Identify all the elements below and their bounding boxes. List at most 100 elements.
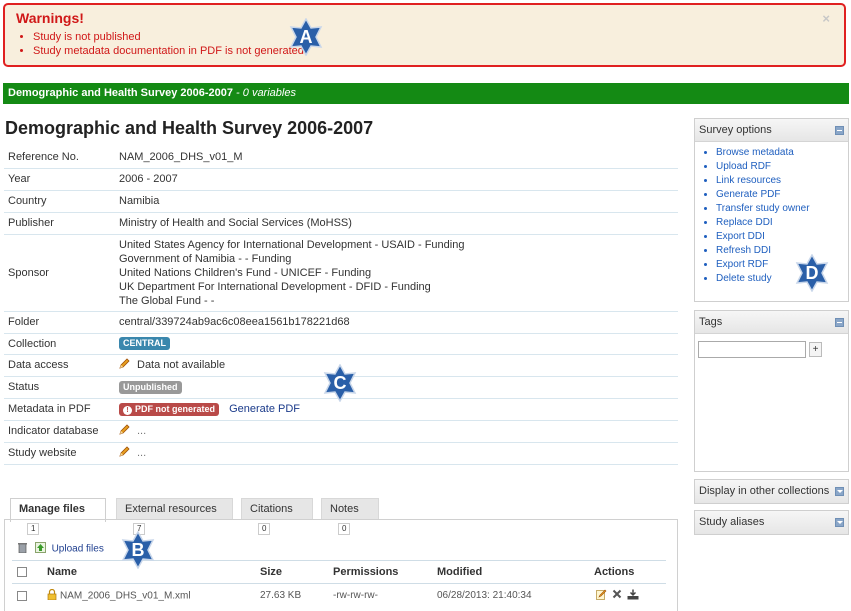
table-row: NAM_2006_DHS_v01_M.xml 27.63 KB -rw-rw-r… bbox=[12, 584, 666, 608]
trash-icon[interactable] bbox=[18, 542, 27, 556]
collection-badge: CENTRAL bbox=[119, 337, 170, 350]
panel-header[interactable]: Tags bbox=[695, 311, 848, 334]
expand-icon[interactable] bbox=[835, 487, 844, 496]
option-transfer-owner[interactable]: Transfer study owner bbox=[716, 203, 810, 214]
option-link-resources[interactable]: Link resources bbox=[716, 175, 781, 186]
table-row: Folder central/339724ab9ac6c08eea1561b17… bbox=[4, 311, 678, 334]
info-label: Publisher bbox=[4, 212, 116, 235]
tag-input[interactable] bbox=[698, 341, 806, 358]
row-checkbox[interactable] bbox=[17, 590, 27, 601]
collapse-icon[interactable] bbox=[835, 318, 844, 327]
pencil-icon[interactable] bbox=[119, 358, 131, 372]
panel-header[interactable]: Survey options bbox=[695, 119, 848, 142]
sponsor-item: United Nations Children's Fund - UNICEF … bbox=[119, 266, 372, 279]
file-lock-icon bbox=[47, 588, 57, 603]
file-name[interactable]: NAM_2006_DHS_v01_M.xml bbox=[60, 590, 191, 601]
data-access-value: Data not available bbox=[137, 358, 226, 371]
column-header: Permissions bbox=[333, 560, 437, 584]
study-aliases-panel: Study aliases bbox=[694, 510, 849, 535]
option-generate-pdf[interactable]: Generate PDF bbox=[716, 189, 780, 200]
option-delete-study[interactable]: Delete study bbox=[716, 273, 772, 284]
callout-label: B bbox=[131, 540, 145, 560]
upload-toolbar: Upload files bbox=[18, 542, 104, 556]
option-export-ddi[interactable]: Export DDI bbox=[716, 231, 765, 242]
collapse-icon[interactable] bbox=[835, 126, 844, 135]
tab-label: Citations bbox=[250, 503, 293, 515]
option-export-rdf[interactable]: Export RDF bbox=[716, 259, 768, 270]
info-value: Namibia bbox=[116, 190, 678, 213]
callout-label: A bbox=[299, 27, 313, 47]
info-label: Study website bbox=[4, 442, 116, 465]
warning-title: Warnings! bbox=[16, 10, 84, 26]
column-header: Modified bbox=[437, 560, 594, 584]
tab-notes[interactable]: Notes0 bbox=[321, 498, 379, 536]
info-label: Folder bbox=[4, 311, 116, 334]
tags-panel: Tags + bbox=[694, 310, 849, 472]
sponsor-list: United States Agency for International D… bbox=[116, 234, 678, 312]
panel-header[interactable]: Display in other collections bbox=[695, 480, 848, 503]
select-all-checkbox[interactable] bbox=[17, 567, 27, 578]
table-row: Sponsor United States Agency for Interna… bbox=[4, 234, 678, 312]
callout-label: D bbox=[805, 263, 819, 283]
expand-icon[interactable] bbox=[835, 518, 844, 527]
file-modified: 06/28/2013: 21:40:34 bbox=[437, 590, 532, 602]
option-browse-metadata[interactable]: Browse metadata bbox=[716, 147, 794, 158]
pdf-status-label: PDF not generated bbox=[135, 403, 216, 414]
file-size: 27.63 KB bbox=[260, 590, 302, 602]
variables-count: 0 variables bbox=[242, 87, 296, 99]
table-row: Study website ... bbox=[4, 442, 678, 465]
edit-icon[interactable] bbox=[596, 589, 607, 603]
callout-marker-c: C bbox=[321, 364, 359, 402]
panel-title: Tags bbox=[699, 316, 723, 328]
table-row: Reference No. NAM_2006_DHS_v01_M bbox=[4, 146, 678, 169]
website-value: ... bbox=[137, 446, 147, 459]
other-collections-panel: Display in other collections bbox=[694, 479, 849, 504]
panel-title: Display in other collections bbox=[699, 485, 830, 497]
info-label: Status bbox=[4, 376, 116, 399]
alert-icon: ! bbox=[123, 405, 132, 415]
sponsor-item: United States Agency for International D… bbox=[119, 238, 465, 251]
pencil-icon[interactable] bbox=[119, 446, 131, 460]
table-row: Collection CENTRAL bbox=[4, 333, 678, 355]
sponsor-item: Government of Namibia - - Funding bbox=[119, 252, 292, 265]
warning-item: Study metadata documentation in PDF is n… bbox=[33, 44, 304, 58]
delete-icon[interactable] bbox=[612, 589, 622, 602]
status-badge: Unpublished bbox=[119, 380, 182, 394]
study-bar-title: Demographic and Health Survey 2006-2007 bbox=[8, 87, 233, 99]
info-label: Data access bbox=[4, 354, 116, 377]
download-icon[interactable] bbox=[627, 589, 639, 603]
info-label: Indicator database bbox=[4, 420, 116, 443]
tab-external-resources[interactable]: External resources7 bbox=[116, 498, 233, 536]
panel-title: Survey options bbox=[699, 124, 772, 136]
close-icon[interactable]: × bbox=[822, 11, 830, 26]
callout-marker-b: B bbox=[119, 531, 157, 569]
callout-marker-d: D bbox=[793, 254, 831, 292]
warning-alert: Warnings! × Study is not published Study… bbox=[3, 3, 846, 67]
info-label: Reference No. bbox=[4, 146, 116, 169]
info-value: Ministry of Health and Social Services (… bbox=[116, 212, 678, 235]
table-row: Publisher Ministry of Health and Social … bbox=[4, 212, 678, 235]
info-label: Country bbox=[4, 190, 116, 213]
pdf-status-badge: ! PDF not generated bbox=[119, 402, 220, 416]
tab-label: External resources bbox=[125, 503, 217, 515]
add-tag-button[interactable]: + bbox=[809, 342, 822, 357]
column-header: Actions bbox=[594, 560, 666, 584]
info-label: Year bbox=[4, 168, 116, 191]
pencil-icon[interactable] bbox=[119, 424, 131, 438]
generate-pdf-link[interactable]: Generate PDF bbox=[229, 403, 300, 415]
info-value: NAM_2006_DHS_v01_M bbox=[116, 146, 678, 169]
upload-files-link[interactable]: Upload files bbox=[52, 544, 104, 555]
panel-header[interactable]: Study aliases bbox=[695, 511, 848, 534]
option-upload-rdf[interactable]: Upload RDF bbox=[716, 161, 771, 172]
indicator-db-value: ... bbox=[137, 424, 147, 437]
info-value: central/339724ab9ac6c08eea1561b178221d68 bbox=[116, 311, 678, 334]
upload-icon[interactable] bbox=[34, 542, 46, 556]
info-value: 2006 - 2007 bbox=[116, 168, 678, 191]
callout-marker-a: A bbox=[287, 18, 325, 56]
option-replace-ddi[interactable]: Replace DDI bbox=[716, 217, 773, 228]
table-row: Indicator database ... bbox=[4, 420, 678, 443]
tab-citations[interactable]: Citations0 bbox=[241, 498, 313, 536]
warning-item: Study is not published bbox=[33, 30, 304, 44]
files-table: Name Size Permissions Modified Actions N… bbox=[12, 560, 666, 608]
option-refresh-ddi[interactable]: Refresh DDI bbox=[716, 245, 771, 256]
